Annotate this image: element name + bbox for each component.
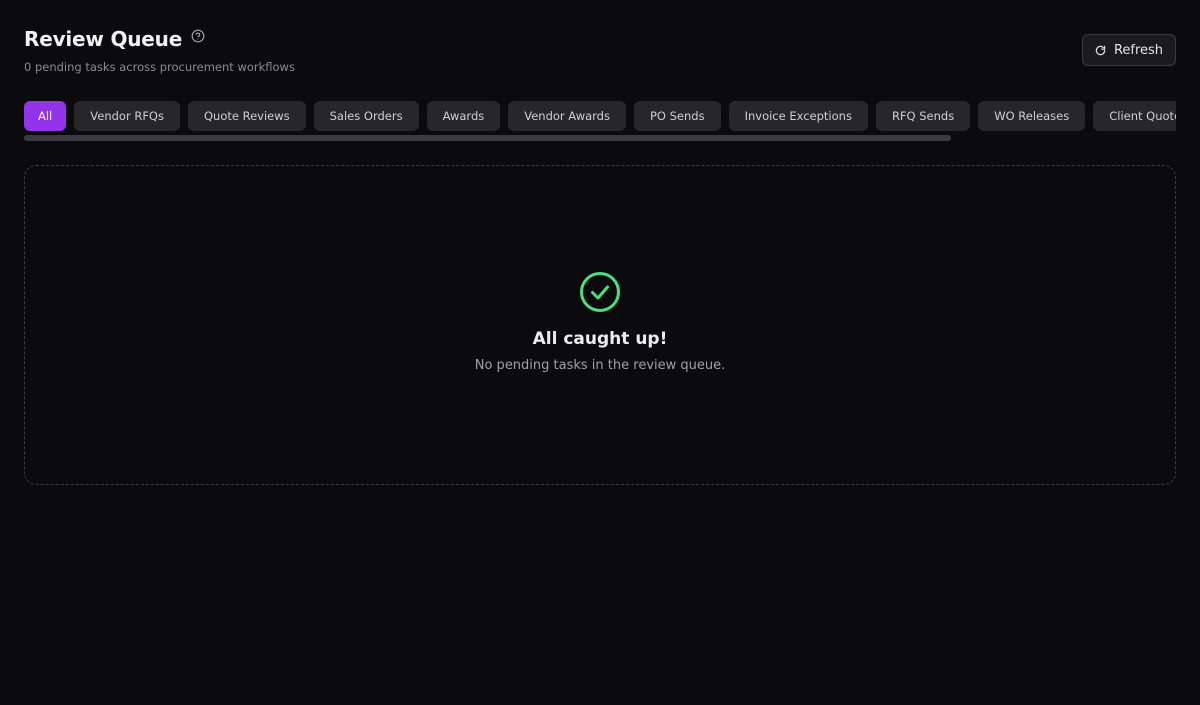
review-queue-page: Review Queue 0 pending tasks across proc… bbox=[0, 0, 1200, 705]
tab-awards[interactable]: Awards bbox=[426, 101, 501, 131]
tab-vendor-awards[interactable]: Vendor Awards bbox=[508, 101, 626, 131]
tab-rfq-sends[interactable]: RFQ Sends bbox=[875, 101, 971, 131]
tab-vendor-rfqs[interactable]: Vendor RFQs bbox=[74, 101, 180, 131]
empty-state-title: All caught up! bbox=[532, 329, 668, 349]
check-circle-icon bbox=[579, 271, 621, 313]
workflow-tabs: All Vendor RFQs Quote Reviews Sales Orde… bbox=[24, 101, 1176, 131]
page-title: Review Queue bbox=[24, 27, 183, 51]
tab-all[interactable]: All bbox=[24, 101, 67, 131]
empty-state-message: No pending tasks in the review queue. bbox=[474, 358, 726, 373]
page-subtitle: 0 pending tasks across procurement workf… bbox=[24, 60, 295, 74]
tabs-scrollbar-thumb[interactable] bbox=[24, 135, 951, 141]
tabs-scrollbar[interactable] bbox=[24, 135, 1176, 141]
tab-sales-orders[interactable]: Sales Orders bbox=[313, 101, 419, 131]
tab-quote-reviews[interactable]: Quote Reviews bbox=[187, 101, 306, 131]
tab-invoice-exceptions[interactable]: Invoice Exceptions bbox=[728, 101, 868, 131]
title-row: Review Queue bbox=[24, 24, 1176, 54]
refresh-button[interactable]: Refresh bbox=[1082, 34, 1176, 66]
empty-state-panel: All caught up! No pending tasks in the r… bbox=[24, 165, 1176, 485]
tab-wo-releases[interactable]: WO Releases bbox=[978, 101, 1086, 131]
help-circle-icon[interactable] bbox=[191, 29, 205, 43]
refresh-button-label: Refresh bbox=[1113, 42, 1164, 58]
refresh-icon bbox=[1095, 45, 1106, 56]
tab-client-quotes[interactable]: Client Quotes bbox=[1093, 101, 1176, 131]
page-header: Review Queue 0 pending tasks across proc… bbox=[24, 24, 1176, 76]
tab-po-sends[interactable]: PO Sends bbox=[633, 101, 721, 131]
